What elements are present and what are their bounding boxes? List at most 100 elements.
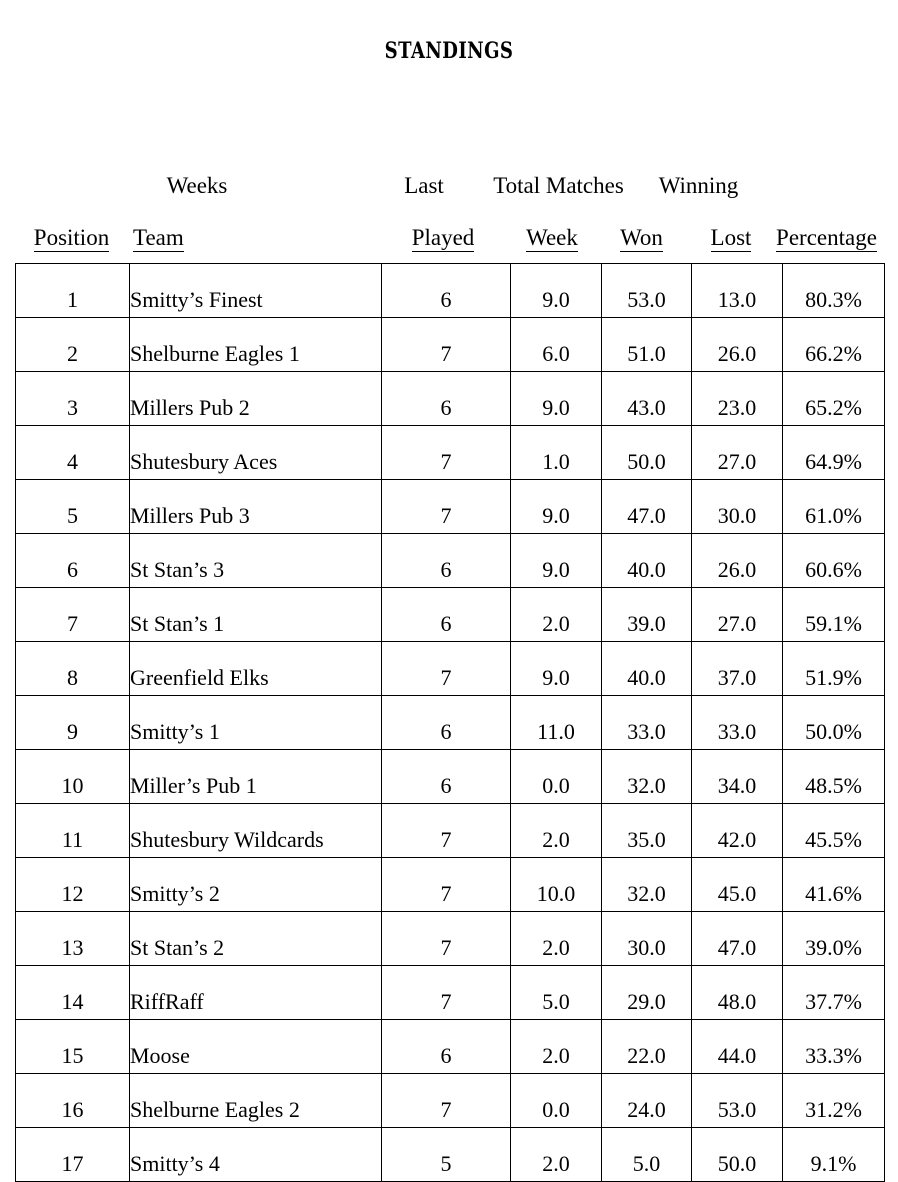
cell-team: Greenfield Elks: [129, 641, 382, 696]
column-header-total-matches: Total Matches: [493, 173, 624, 198]
cell-won: 47.0: [601, 479, 692, 534]
cell-won: 29.0: [601, 965, 692, 1020]
cell-lost: 48.0: [691, 965, 783, 1020]
cell-position: 3: [15, 371, 130, 426]
cell-team: Moose: [129, 1019, 382, 1074]
cell-team: RiffRaff: [129, 965, 382, 1020]
cell-position: 9: [15, 695, 130, 750]
cell-position: 4: [15, 425, 130, 480]
cell-position: 15: [15, 1019, 130, 1074]
cell-position: 11: [15, 803, 130, 858]
cell-winning-percentage: 66.2%: [782, 317, 885, 372]
cell-last-week: 2.0: [510, 911, 602, 966]
cell-lost: 45.0: [691, 857, 783, 912]
cell-winning-percentage: 65.2%: [782, 371, 885, 426]
cell-lost: 37.0: [691, 641, 783, 696]
cell-team: Millers Pub 3: [129, 479, 382, 534]
cell-lost: 27.0: [691, 587, 783, 642]
table-row: 6 St Stan’s 3 6 9.0 40.0 26.0 60.6%: [15, 533, 885, 588]
cell-winning-percentage: 45.5%: [782, 803, 885, 858]
cell-winning-percentage: 33.3%: [782, 1019, 885, 1074]
cell-position: 10: [15, 749, 130, 804]
cell-team: Millers Pub 2: [129, 371, 382, 426]
column-header-week: Week: [526, 225, 578, 252]
column-header-lost: Lost: [710, 225, 752, 252]
page-title: STANDINGS: [384, 38, 514, 64]
cell-weeks-played: 5: [381, 1127, 511, 1182]
cell-last-week: 2.0: [510, 1019, 602, 1074]
cell-last-week: 11.0: [510, 695, 602, 750]
table-row: 9 Smitty’s 1 6 11.0 33.0 33.0 50.0%: [15, 695, 885, 750]
cell-weeks-played: 6: [381, 695, 511, 750]
column-header-winning-top: Winning: [658, 173, 739, 198]
table-row: 5 Millers Pub 3 7 9.0 47.0 30.0 61.0%: [15, 479, 885, 534]
cell-won: 50.0: [601, 425, 692, 480]
cell-last-week: 0.0: [510, 749, 602, 804]
cell-winning-percentage: 51.9%: [782, 641, 885, 696]
cell-weeks-played: 6: [381, 371, 511, 426]
cell-lost: 50.0: [691, 1127, 783, 1182]
cell-weeks-played: 7: [381, 803, 511, 858]
cell-weeks-played: 7: [381, 425, 511, 480]
table-row: 2 Shelburne Eagles 1 7 6.0 51.0 26.0 66.2%: [15, 317, 885, 372]
cell-team: Shutesbury Wildcards: [129, 803, 382, 858]
table-row: 17 Smitty’s 4 5 2.0 5.0 50.0 9.1%: [15, 1127, 885, 1182]
cell-won: 35.0: [601, 803, 692, 858]
cell-won: 24.0: [601, 1073, 692, 1128]
table-row: 13 St Stan’s 2 7 2.0 30.0 47.0 39.0%: [15, 911, 885, 966]
table-row: 16 Shelburne Eagles 2 7 0.0 24.0 53.0 31.2%: [15, 1073, 885, 1128]
column-header-weeks-top: Weeks: [166, 173, 228, 198]
cell-last-week: 5.0: [510, 965, 602, 1020]
cell-team: St Stan’s 1: [129, 587, 382, 642]
cell-winning-percentage: 37.7%: [782, 965, 885, 1020]
standings-table: 1 Smitty’s Finest 6 9.0 53.0 13.0 80.3% 2 Shelbu…: [15, 263, 885, 1182]
cell-winning-percentage: 80.3%: [782, 263, 885, 318]
cell-team: Smitty’s 4: [129, 1127, 382, 1182]
cell-winning-percentage: 50.0%: [782, 695, 885, 750]
cell-lost: 53.0: [691, 1073, 783, 1128]
cell-won: 43.0: [601, 371, 692, 426]
cell-weeks-played: 7: [381, 317, 511, 372]
cell-last-week: 9.0: [510, 479, 602, 534]
cell-position: 1: [15, 263, 130, 318]
cell-team: Shutesbury Aces: [129, 425, 382, 480]
column-header-last-top: Last: [404, 173, 444, 198]
cell-last-week: 2.0: [510, 1127, 602, 1182]
cell-last-week: 10.0: [510, 857, 602, 912]
table-row: 12 Smitty’s 2 7 10.0 32.0 45.0 41.6%: [15, 857, 885, 912]
cell-lost: 13.0: [691, 263, 783, 318]
table-row: 8 Greenfield Elks 7 9.0 40.0 37.0 51.9%: [15, 641, 885, 696]
column-header-played: Played: [411, 225, 475, 252]
cell-won: 51.0: [601, 317, 692, 372]
cell-team: Shelburne Eagles 2: [129, 1073, 382, 1128]
cell-last-week: 1.0: [510, 425, 602, 480]
cell-position: 17: [15, 1127, 130, 1182]
table-row: 3 Millers Pub 2 6 9.0 43.0 23.0 65.2%: [15, 371, 885, 426]
cell-last-week: 9.0: [510, 533, 602, 588]
cell-team: Smitty’s Finest: [129, 263, 382, 318]
cell-lost: 26.0: [691, 317, 783, 372]
cell-lost: 26.0: [691, 533, 783, 588]
cell-lost: 27.0: [691, 425, 783, 480]
cell-winning-percentage: 60.6%: [782, 533, 885, 588]
cell-team: Shelburne Eagles 1: [129, 317, 382, 372]
cell-position: 2: [15, 317, 130, 372]
cell-won: 32.0: [601, 749, 692, 804]
cell-winning-percentage: 48.5%: [782, 749, 885, 804]
cell-last-week: 2.0: [510, 587, 602, 642]
table-row: 15 Moose 6 2.0 22.0 44.0 33.3%: [15, 1019, 885, 1074]
cell-last-week: 0.0: [510, 1073, 602, 1128]
cell-won: 39.0: [601, 587, 692, 642]
cell-weeks-played: 7: [381, 965, 511, 1020]
cell-won: 40.0: [601, 533, 692, 588]
cell-won: 32.0: [601, 857, 692, 912]
cell-winning-percentage: 41.6%: [782, 857, 885, 912]
table-row: 11 Shutesbury Wildcards 7 2.0 35.0 42.0 45.5%: [15, 803, 885, 858]
cell-weeks-played: 7: [381, 1073, 511, 1128]
cell-weeks-played: 6: [381, 1019, 511, 1074]
cell-last-week: 6.0: [510, 317, 602, 372]
cell-lost: 33.0: [691, 695, 783, 750]
cell-lost: 44.0: [691, 1019, 783, 1074]
cell-last-week: 9.0: [510, 641, 602, 696]
cell-weeks-played: 7: [381, 911, 511, 966]
